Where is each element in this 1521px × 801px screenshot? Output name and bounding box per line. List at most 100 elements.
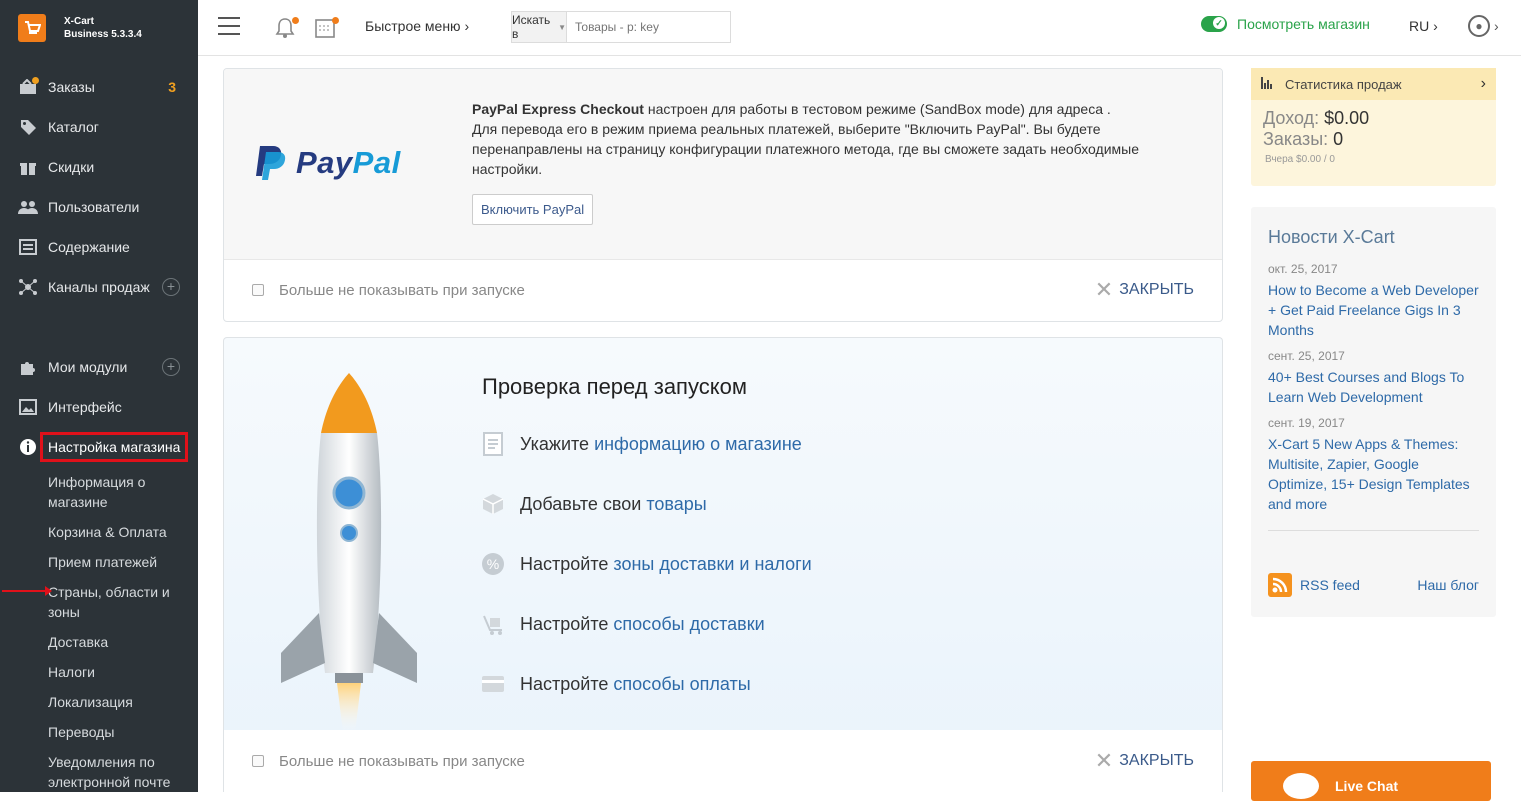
live-chat-button[interactable]: Live Chat: [1251, 761, 1491, 801]
dont-show-checkbox[interactable]: [252, 284, 264, 296]
brand[interactable]: X-Cart Business 5.3.3.4: [0, 0, 198, 56]
quick-menu[interactable]: Быстрое меню ›: [365, 18, 469, 34]
red-arrow-icon: [2, 586, 52, 596]
submenu-taxes[interactable]: Налоги: [48, 657, 198, 687]
calendar-icon[interactable]: [315, 17, 339, 39]
store-info-link[interactable]: информацию о магазине: [594, 434, 802, 455]
info-icon: [18, 437, 38, 457]
rss-feed-link[interactable]: RSS feed: [1300, 577, 1360, 593]
hamburger-icon[interactable]: [218, 17, 240, 35]
sidebar-item-users[interactable]: Пользователи: [0, 187, 198, 227]
payment-methods-link[interactable]: способы оплаты: [613, 674, 750, 695]
step-store-info: Укажите информацию о магазине: [480, 431, 802, 457]
close-icon: ✕: [1094, 277, 1114, 302]
network-icon: [18, 277, 38, 297]
products-link[interactable]: товары: [646, 494, 706, 515]
search-scope-select[interactable]: Искать в ▼: [512, 12, 567, 42]
sidebar-item-sales-channels[interactable]: Каналы продаж +: [0, 267, 198, 307]
puzzle-icon: [18, 357, 38, 377]
chevron-right-icon[interactable]: ›: [1494, 18, 1499, 34]
user-avatar-icon[interactable]: ●: [1468, 15, 1490, 37]
paypal-logo: PayPal: [254, 144, 401, 182]
launch-checklist-panel: Проверка перед запуском Укажите информаци…: [223, 337, 1223, 792]
view-store-link[interactable]: Посмотреть магазин: [1201, 16, 1370, 32]
sidebar-item-store-setup[interactable]: Настройка магазина: [0, 427, 198, 467]
credit-card-icon: [480, 671, 506, 697]
dont-show-label[interactable]: Больше не показывать при запуске: [279, 753, 525, 770]
news-link[interactable]: X-Cart 5 New Apps & Themes: Multisite, Z…: [1268, 434, 1479, 514]
store-setup-label: Настройка магазина: [40, 432, 189, 462]
cart-logo-icon: [18, 14, 46, 42]
add-channel-icon[interactable]: +: [162, 278, 180, 296]
top-header: Быстрое меню › Искать в ▼ Посмотреть маг…: [198, 0, 1521, 56]
paypal-footer: Больше не показывать при запуске ✕ ЗАКРЫТ…: [224, 259, 1222, 321]
news-date: сент. 19, 2017: [1268, 416, 1345, 430]
language-select[interactable]: RU ›: [1409, 18, 1438, 34]
box-icon: [480, 491, 506, 517]
zones-taxes-link[interactable]: зоны доставки и налоги: [613, 554, 811, 575]
chat-bubble-icon: [1283, 773, 1319, 799]
submenu-payments[interactable]: Прием платежей: [48, 547, 198, 577]
bar-chart-icon: [1261, 76, 1275, 92]
news-link[interactable]: 40+ Best Courses and Blogs To Learn Web …: [1268, 367, 1479, 407]
step-payment: Настройте способы оплаты: [480, 671, 751, 697]
orders-icon: [18, 77, 39, 97]
submenu-store-info[interactable]: Информация о магазине: [48, 467, 198, 517]
paypal-mark-icon: [256, 146, 286, 180]
close-button[interactable]: ✕ ЗАКРЫТЬ: [1095, 277, 1194, 303]
sidebar-item-interface[interactable]: Интерфейс: [0, 387, 198, 427]
close-button[interactable]: ✕ ЗАКРЫТЬ: [1095, 748, 1194, 774]
document-icon: [480, 431, 506, 457]
divider: [1268, 530, 1479, 531]
enable-paypal-button[interactable]: Включить PayPal: [472, 194, 594, 225]
gift-icon: [18, 157, 38, 177]
step-zones-taxes: % Настройте зоны доставки и налоги: [480, 551, 812, 577]
search-input[interactable]: [567, 12, 730, 42]
stats-header[interactable]: Статистика продаж ›: [1251, 68, 1496, 100]
submenu-email-notifications[interactable]: Уведомления по электронной почте: [48, 747, 198, 797]
rss-icon[interactable]: [1268, 573, 1292, 597]
orders-badge: 3: [168, 79, 176, 95]
submenu-countries-zones[interactable]: Страны, области и зоны: [2, 577, 198, 627]
launch-footer: Больше не показывать при запуске ✕ ЗАКРЫТ…: [224, 730, 1222, 792]
sidebar-item-my-modules[interactable]: Мои модули +: [0, 347, 198, 387]
bell-icon[interactable]: [275, 17, 299, 39]
sidebar: X-Cart Business 5.3.3.4 Заказы 3 Каталог…: [0, 0, 198, 792]
submenu-shipping[interactable]: Доставка: [48, 627, 198, 657]
sidebar-item-orders[interactable]: Заказы 3: [0, 67, 198, 107]
store-toggle-icon[interactable]: [1201, 16, 1227, 32]
step-products: Добавьте свои товары: [480, 491, 707, 517]
sales-stats-widget: Статистика продаж › Доход: $0.00 Заказы:…: [1251, 68, 1496, 186]
add-module-icon[interactable]: +: [162, 358, 180, 376]
news-date: сент. 25, 2017: [1268, 349, 1345, 363]
sidebar-nav: Заказы 3 Каталог Скидки Пользователи Сод…: [0, 67, 198, 797]
news-widget: Новости X-Cart окт. 25, 2017 How to Beco…: [1251, 207, 1496, 617]
submenu-localization[interactable]: Локализация: [48, 687, 198, 717]
step-shipping: Настройте способы доставки: [480, 611, 765, 637]
chevron-right-icon: ›: [1480, 75, 1486, 92]
stats-orders: Заказы: 0: [1263, 129, 1344, 149]
shipping-methods-link[interactable]: способы доставки: [613, 614, 764, 635]
percent-icon: %: [480, 551, 506, 577]
image-icon: [18, 397, 38, 417]
dont-show-checkbox[interactable]: [252, 755, 264, 767]
sidebar-item-content[interactable]: Содержание: [0, 227, 198, 267]
news-link[interactable]: How to Become a Web Developer + Get Paid…: [1268, 280, 1479, 340]
dont-show-label[interactable]: Больше не показывать при запуске: [279, 282, 525, 299]
rocket-icon: [281, 373, 417, 733]
blog-link[interactable]: Наш блог: [1417, 577, 1479, 593]
chevron-down-icon: ▼: [558, 22, 566, 32]
brand-edition: Business 5.3.3.4: [64, 29, 142, 40]
news-date: окт. 25, 2017: [1268, 262, 1338, 276]
store-setup-submenu: Информация о магазине Корзина & Оплата П…: [0, 467, 198, 797]
news-title: Новости X-Cart: [1268, 227, 1395, 247]
stats-yesterday: Вчера $0.00 / 0: [1265, 154, 1335, 165]
submenu-translations[interactable]: Переводы: [48, 717, 198, 747]
sidebar-item-discounts[interactable]: Скидки: [0, 147, 198, 187]
brand-name: X-Cart: [64, 16, 95, 27]
paypal-notice-panel: PayPal PayPal Express Checkout настроен …: [223, 68, 1223, 322]
launch-title: Проверка перед запуском: [482, 374, 747, 399]
stats-income: Доход: $0.00: [1263, 108, 1370, 128]
sidebar-item-catalog[interactable]: Каталог: [0, 107, 198, 147]
submenu-cart-checkout[interactable]: Корзина & Оплата: [48, 517, 198, 547]
